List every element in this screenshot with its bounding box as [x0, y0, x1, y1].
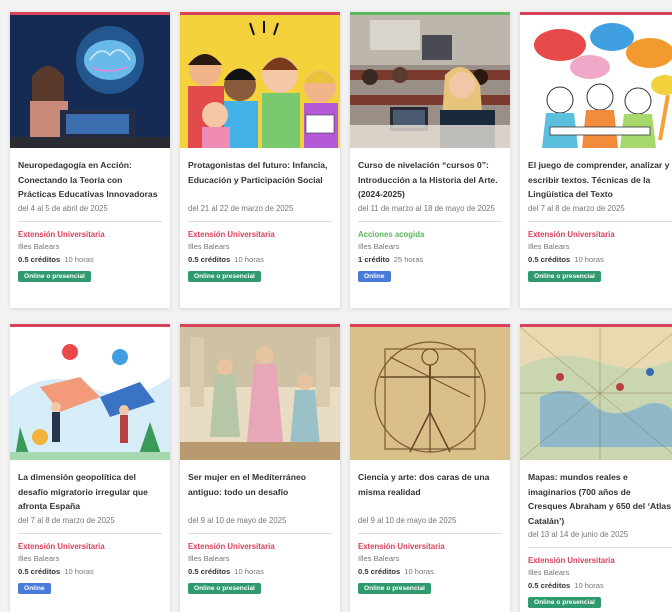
divider [358, 533, 502, 534]
course-card[interactable]: Ciencia y arte: dos caras de una misma r… [350, 324, 510, 612]
brain-student-image[interactable] [10, 15, 170, 148]
course-title[interactable]: Curso de nivelación “cursos 0”: Introduc… [358, 158, 502, 202]
divider [18, 533, 162, 534]
vitruvian-man-image[interactable] [350, 327, 510, 460]
course-card[interactable]: El juego de comprender, analizar y escri… [520, 12, 672, 308]
ancient-map-image[interactable] [520, 327, 672, 460]
modality-badge: Online o presencial [358, 583, 431, 594]
speech-bubbles-image[interactable] [520, 15, 672, 148]
modality-badge: Online o presencial [528, 271, 601, 282]
course-card[interactable]: La dimensión geopolítica del desafío mig… [10, 324, 170, 612]
course-credits: 0.5 créditos 10 horas [528, 581, 672, 590]
ancient-women-image[interactable] [180, 327, 340, 460]
course-title[interactable]: Protagonistas del futuro: Infancia, Educ… [188, 158, 332, 202]
modality-badge: Online o presencial [188, 583, 261, 594]
course-title[interactable]: Ciencia y arte: dos caras de una misma r… [358, 470, 502, 514]
course-date: del 7 al 8 de marzo de 2025 [18, 516, 115, 525]
course-credits: 0.5 créditos 10 horas [188, 255, 332, 264]
hours-value: 10 horas [574, 581, 604, 591]
course-credits: 0.5 créditos 10 horas [358, 567, 502, 576]
divider [18, 221, 162, 222]
course-place: Illes Balears [528, 568, 570, 578]
course-credits: 0.5 créditos 10 horas [528, 255, 672, 264]
course-title[interactable]: Neuropedagogía en Acción: Conectando la … [18, 158, 162, 202]
credits-value: 0.5 créditos [18, 255, 61, 264]
divider [358, 221, 502, 222]
children-illustration-image[interactable] [180, 15, 340, 148]
divider [528, 221, 672, 222]
course-card[interactable]: Ser mujer en el Mediterráneo antiguo: to… [180, 324, 340, 612]
course-category: Extensión Universitaria [188, 230, 275, 239]
course-place: Illes Balears [358, 242, 400, 251]
hours-value: 10 horas [234, 255, 264, 264]
course-title[interactable]: El juego de comprender, analizar y escri… [528, 158, 672, 202]
course-category: Extensión Universitaria [18, 230, 105, 239]
divider [188, 533, 332, 534]
modality-badge: Online o presencial [528, 597, 601, 609]
modality-badge: Online o presencial [188, 271, 261, 282]
migration-handshake-image[interactable] [10, 327, 170, 460]
course-place: Illes Balears [528, 242, 570, 251]
course-date: del 9 al 10 de mayo de 2025 [188, 516, 287, 525]
hours-value: 10 horas [64, 255, 94, 264]
course-card[interactable]: Neuropedagogía en Acción: Conectando la … [10, 12, 170, 308]
credits-value: 1 crédito [358, 255, 390, 264]
course-category: Extensión Universitaria [528, 556, 615, 566]
course-credits: 0.5 créditos 10 horas [18, 567, 162, 576]
course-title[interactable]: Ser mujer en el Mediterráneo antiguo: to… [188, 470, 332, 514]
credits-value: 0.5 créditos [528, 581, 571, 591]
course-place: Illes Balears [358, 554, 400, 563]
course-category: Extensión Universitaria [528, 230, 615, 239]
course-date: del 11 de marzo al 18 de mayo de 2025 [358, 204, 495, 213]
divider [188, 221, 332, 222]
course-title[interactable]: Mapas: mundos reales e imaginarios (700 … [528, 470, 672, 528]
hours-value: 10 horas [574, 255, 604, 264]
course-category: Extensión Universitaria [18, 542, 105, 551]
lecture-hall-image[interactable] [350, 15, 510, 148]
credits-value: 0.5 créditos [188, 255, 231, 264]
hours-value: 10 horas [234, 567, 264, 576]
course-place: Illes Balears [188, 242, 230, 251]
course-category: Extensión Universitaria [188, 542, 275, 551]
course-category: Extensión Universitaria [358, 542, 445, 551]
course-credits: 0.5 créditos 10 horas [18, 255, 162, 264]
course-card[interactable]: Curso de nivelación “cursos 0”: Introduc… [350, 12, 510, 308]
course-date: del 9 al 10 de mayo de 2025 [358, 516, 457, 525]
credits-value: 0.5 créditos [18, 567, 61, 576]
credits-value: 0.5 créditos [358, 567, 401, 576]
hours-value: 10 horas [404, 567, 434, 576]
modality-badge: Online [18, 583, 51, 594]
course-credits: 0.5 créditos 10 horas [188, 567, 332, 576]
hours-value: 25 horas [393, 255, 424, 264]
divider [528, 547, 672, 549]
modality-badge: Online [358, 271, 391, 282]
course-place: Illes Balears [188, 554, 230, 563]
modality-badge: Online o presencial [18, 271, 91, 282]
course-category: Acciones acogida [358, 230, 425, 239]
course-credits: 1 crédito 25 horas [358, 255, 502, 264]
course-place: Illes Balears [18, 242, 60, 251]
course-card[interactable]: Protagonistas del futuro: Infancia, Educ… [180, 12, 340, 308]
course-date: del 4 al 5 de abril de 2025 [18, 204, 108, 213]
course-date: del 7 al 8 de marzo de 2025 [528, 204, 625, 213]
course-card[interactable]: Mapas: mundos reales e imaginarios (700 … [520, 324, 672, 612]
course-date: del 13 al 14 de junio de 2025 [528, 530, 629, 540]
hours-value: 10 horas [64, 567, 94, 576]
credits-value: 0.5 créditos [188, 567, 231, 576]
credits-value: 0.5 créditos [528, 255, 571, 264]
course-place: Illes Balears [18, 554, 60, 563]
course-title[interactable]: La dimensión geopolítica del desafío mig… [18, 470, 162, 514]
course-date: del 21 al 22 de marzo de 2025 [188, 204, 294, 213]
